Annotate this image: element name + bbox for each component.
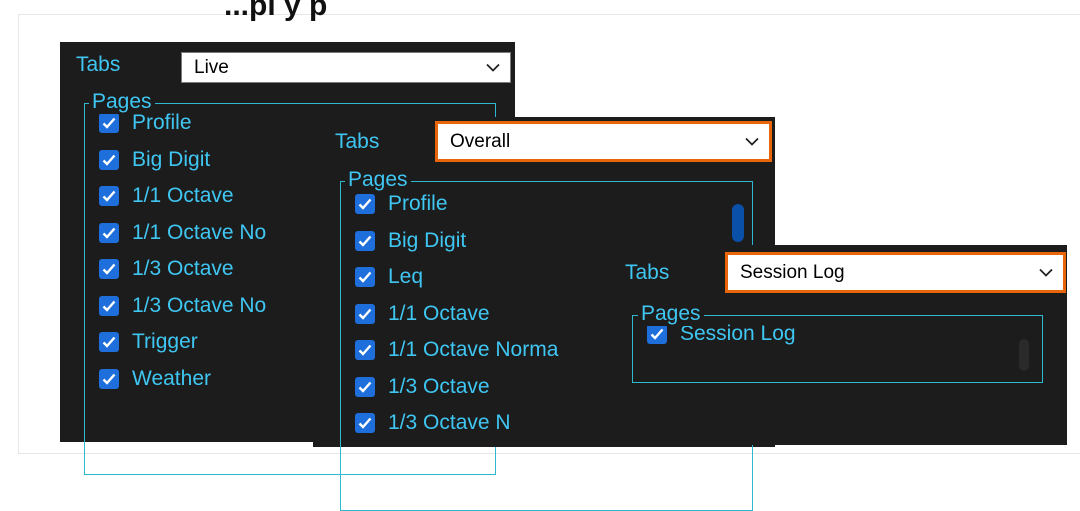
page-item-label: 1/1 Octave (388, 301, 490, 325)
page-checkbox-item[interactable]: 1/3 Octave (99, 253, 234, 285)
chevron-down-icon (486, 63, 500, 72)
page-item-label: 1/3 Octave (132, 257, 234, 280)
checkmark-icon (358, 417, 372, 429)
page-item-label: Big Digit (388, 228, 467, 252)
page-item-label: Trigger (132, 330, 198, 353)
page-item-label: Big Digit (132, 147, 211, 171)
selected-tab-value: Session Log (740, 261, 845, 283)
checkbox-checked[interactable] (355, 230, 375, 251)
checkmark-icon (102, 263, 116, 275)
chevron-down-icon (745, 137, 759, 146)
page-checkbox-item[interactable]: 1/1 Octave No (99, 217, 266, 249)
page-heading: ...pl y p (224, 0, 328, 22)
checkbox-checked[interactable] (355, 413, 375, 433)
checkmark-icon (102, 190, 116, 202)
pages-legend: Pages (345, 168, 411, 192)
checkbox-checked[interactable] (99, 259, 119, 279)
checkbox-checked[interactable] (99, 295, 119, 316)
checkmark-icon (102, 336, 116, 348)
checkbox-checked[interactable] (99, 149, 119, 170)
checkmark-icon (102, 300, 116, 312)
page-item-label: Profile (388, 192, 448, 215)
page-item-label: Leq (388, 265, 424, 288)
checkbox-checked[interactable] (647, 324, 667, 344)
tab-select-live[interactable]: Live (181, 52, 511, 83)
checkmark-icon (102, 154, 116, 166)
page-checkbox-item[interactable]: 1/3 Octave N (355, 407, 511, 439)
checkbox-checked[interactable] (355, 376, 375, 397)
checkbox-checked[interactable] (99, 186, 119, 206)
scrollbar-thumb[interactable] (732, 204, 744, 242)
page-checkbox-item[interactable]: Weather (99, 363, 211, 395)
tabs-label: Tabs (625, 261, 670, 284)
tabs-label: Tabs (335, 130, 380, 153)
checkmark-icon (358, 381, 372, 393)
page-checkbox-item[interactable]: 1/1 Octave (355, 298, 490, 330)
page-checkbox-item[interactable]: 1/3 Octave (355, 371, 490, 403)
tabs-panel-session-log: Tabs Session Log Session Log Pages (617, 245, 1067, 445)
checkbox-checked[interactable] (99, 332, 119, 352)
checkbox-checked[interactable] (355, 267, 375, 287)
chevron-down-icon (1039, 268, 1053, 277)
checkmark-icon (358, 198, 372, 210)
selected-tab-value: Overall (450, 130, 511, 152)
tabs-label: Tabs (76, 53, 121, 76)
page-item-label: Weather (132, 366, 211, 390)
page-checkbox-item[interactable]: 1/3 Octave No (99, 290, 266, 322)
checkbox-checked[interactable] (355, 194, 375, 214)
page-item-label: 1/3 Octave (388, 374, 490, 398)
checkbox-checked[interactable] (99, 368, 119, 389)
page-checkbox-item[interactable]: Big Digit (99, 144, 210, 176)
tab-select-session-log[interactable]: Session Log (725, 252, 1066, 293)
checkbox-checked[interactable] (355, 303, 375, 324)
page-item-label: 1/1 Octave Norma (388, 338, 559, 361)
checkmark-icon (650, 328, 664, 340)
checkmark-icon (102, 373, 116, 385)
page-checkbox-item[interactable]: Profile (355, 188, 448, 220)
page-item-label: 1/1 Octave (132, 184, 234, 207)
checkmark-icon (102, 227, 116, 239)
page-item-label: Profile (132, 111, 192, 134)
scrollbar-thumb[interactable] (1019, 339, 1029, 371)
checkmark-icon (102, 117, 116, 129)
checkmark-icon (358, 271, 372, 283)
pages-legend: Pages (638, 302, 704, 326)
selected-tab-value: Live (194, 56, 229, 78)
page-checkbox-item[interactable]: 1/1 Octave (99, 180, 234, 212)
checkbox-checked[interactable] (99, 222, 119, 243)
checkbox-checked[interactable] (99, 113, 119, 133)
checkmark-icon (358, 308, 372, 320)
page-checkbox-item[interactable]: Big Digit (355, 225, 466, 257)
pages-legend: Pages (89, 90, 155, 114)
page-item-label: 1/1 Octave No (132, 220, 267, 244)
checkmark-icon (358, 344, 372, 356)
checkbox-checked[interactable] (355, 340, 375, 360)
checkmark-icon (358, 235, 372, 247)
page-item-label: 1/3 Octave N (388, 411, 511, 434)
page-checkbox-item[interactable]: Leq (355, 261, 423, 293)
page-checkbox-item[interactable]: Trigger (99, 326, 198, 358)
page-checkbox-item[interactable]: 1/1 Octave Norma (355, 334, 558, 366)
page-item-label: 1/3 Octave No (132, 293, 267, 317)
tab-select-overall[interactable]: Overall (435, 121, 772, 162)
